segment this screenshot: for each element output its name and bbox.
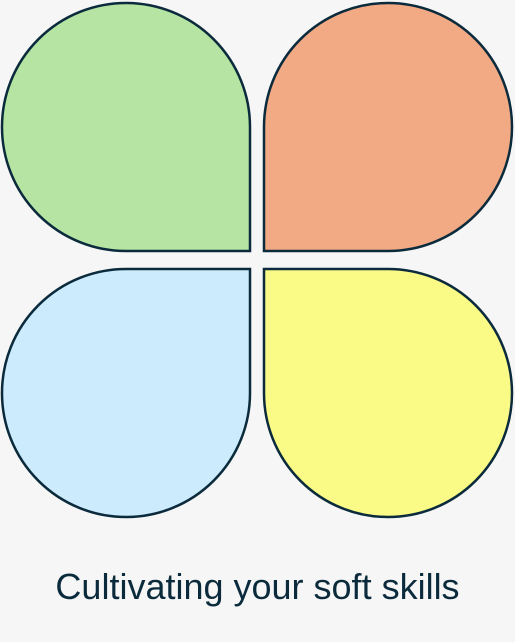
diagram-caption: Cultivating your soft skills <box>55 566 460 607</box>
top-left-petal <box>0 1 252 253</box>
bottom-right-petal <box>262 267 514 519</box>
petal-diagram <box>0 1 514 519</box>
top-right-petal <box>262 1 514 253</box>
bottom-left-petal <box>0 267 252 519</box>
diagram-canvas: Cultivating your soft skills <box>0 0 515 642</box>
